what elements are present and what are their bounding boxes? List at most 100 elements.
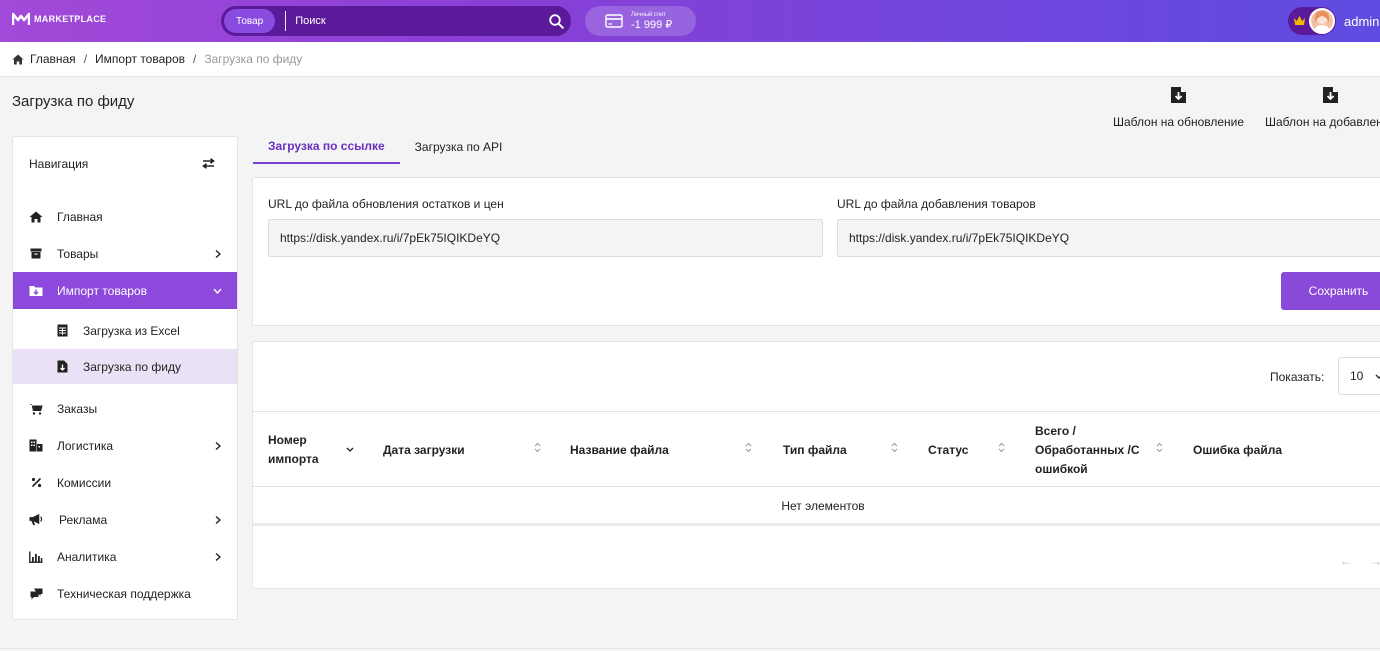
- sidebar-item-logistics[interactable]: Логистика: [13, 427, 237, 464]
- search-input[interactable]: [295, 15, 541, 27]
- file-download-icon: [1171, 87, 1187, 103]
- user-name: admin: [1344, 13, 1380, 29]
- sidebar-item-commissions[interactable]: Комиссии: [13, 464, 237, 501]
- chat-icon: [29, 587, 43, 601]
- crown-icon: [1294, 16, 1305, 25]
- sidebar-item-label: Главная: [57, 209, 103, 224]
- search-button[interactable]: [541, 6, 571, 36]
- imports-table-card: Показать: 10 Номер импорта Дата загрузки…: [252, 341, 1380, 589]
- sort-icon[interactable]: [745, 442, 752, 453]
- chevron-right-icon: [215, 552, 221, 561]
- update-url-input[interactable]: [268, 219, 823, 257]
- swap-icon[interactable]: [202, 158, 215, 169]
- add-url-input[interactable]: [837, 219, 1380, 257]
- percent-icon: [29, 476, 43, 490]
- tab-upload-by-link[interactable]: Загрузка по ссылке: [253, 130, 400, 164]
- sidebar-item-analytics[interactable]: Аналитика: [13, 538, 237, 575]
- sidebar-heading: Навигация: [29, 157, 89, 171]
- search-icon: [548, 13, 564, 29]
- sidebar-item-label: Товары: [57, 246, 99, 261]
- account-balance-button[interactable]: Личный счет -1 999 ₽: [585, 6, 696, 36]
- column-header-totals[interactable]: Всего / Обработанных /С ошибкой: [1035, 412, 1145, 488]
- column-header-file-error[interactable]: Ошибка файла: [1193, 412, 1282, 488]
- footer-divider: [0, 648, 1380, 649]
- account-balance: -1 999 ₽: [631, 18, 673, 31]
- page-size-select[interactable]: 10: [1338, 357, 1380, 395]
- breadcrumb-home[interactable]: Главная: [30, 52, 76, 66]
- breadcrumb-separator: /: [83, 52, 88, 66]
- template-add-label: Шаблон на добавление: [1265, 115, 1380, 129]
- file-download-icon: [55, 360, 69, 374]
- megaphone-icon: [29, 513, 43, 527]
- account-label: Личный счет: [631, 11, 667, 18]
- home-icon: [12, 54, 24, 64]
- avatar: [1309, 8, 1335, 34]
- box-icon: [29, 247, 43, 261]
- chevron-right-icon: [215, 249, 221, 258]
- sort-icon[interactable]: [534, 442, 541, 453]
- sort-desc-icon[interactable]: [346, 447, 354, 452]
- template-add-button[interactable]: Шаблон на добавление: [1265, 86, 1380, 129]
- column-header-file-type[interactable]: Тип файла: [783, 412, 847, 488]
- sidebar-item-label: Логистика: [57, 438, 114, 453]
- logo-icon: [12, 12, 30, 25]
- save-button[interactable]: Сохранить: [1281, 272, 1380, 310]
- page-title: Загрузка по фиду: [12, 93, 135, 110]
- logo[interactable]: MARKETPLACE: [12, 12, 106, 26]
- upload-tabs: Загрузка по ссылке Загрузка по API: [253, 130, 517, 164]
- template-update-button[interactable]: Шаблон на обновление: [1113, 86, 1244, 129]
- table-header: Номер импорта Дата загрузки Название фай…: [253, 411, 1380, 487]
- empty-table-message: Нет элементов: [253, 488, 1380, 526]
- search-category-button[interactable]: Товар: [224, 9, 276, 33]
- sidebar-item-import-feed[interactable]: Загрузка по фиду: [13, 349, 237, 384]
- sidebar-item-import[interactable]: Импорт товаров: [13, 272, 237, 309]
- page-size-label: Показать:: [1270, 370, 1325, 384]
- file-download-icon: [1323, 87, 1338, 103]
- breadcrumb-current: Загрузка по фиду: [204, 52, 303, 66]
- chevron-right-icon: [215, 441, 221, 450]
- tab-upload-by-api[interactable]: Загрузка по API: [400, 130, 518, 164]
- column-header-file-name[interactable]: Название файла: [570, 412, 669, 488]
- import-folder-icon: [29, 284, 43, 298]
- buildings-icon: [29, 439, 43, 453]
- column-header-import-number[interactable]: Номер импорта: [268, 412, 338, 488]
- home-icon: [29, 210, 43, 224]
- template-update-label: Шаблон на обновление: [1113, 115, 1245, 129]
- feed-url-form: URL до файла обновления остатков и цен U…: [252, 177, 1380, 326]
- chevron-right-icon: [215, 515, 221, 524]
- breadcrumb-import[interactable]: Импорт товаров: [95, 52, 185, 66]
- sidebar-item-home[interactable]: Главная: [13, 198, 237, 235]
- search-divider: [285, 11, 287, 31]
- prev-page-button[interactable]: ←: [1340, 554, 1352, 568]
- user-pill: [1288, 7, 1336, 35]
- top-bar: MARKETPLACE Товар Личный счет -1 999 ₽: [0, 0, 1380, 42]
- sidebar-item-products[interactable]: Товары: [13, 235, 237, 272]
- sidebar-item-label: Загрузка по фиду: [83, 359, 181, 374]
- sort-icon[interactable]: [1156, 442, 1163, 453]
- sort-icon[interactable]: [998, 442, 1005, 453]
- sidebar-item-label: Аналитика: [57, 549, 117, 564]
- page-size-value: 10: [1350, 369, 1364, 383]
- spreadsheet-icon: [55, 324, 69, 338]
- pagination: ← →: [1340, 554, 1380, 568]
- user-menu[interactable]: admin: [1288, 7, 1379, 35]
- sidebar-item-orders[interactable]: Заказы: [13, 390, 237, 427]
- sidebar-item-label: Загрузка из Excel: [83, 323, 180, 338]
- sort-icon[interactable]: [891, 442, 898, 453]
- logo-text: MARKETPLACE: [34, 14, 107, 24]
- search-bar: Товар: [221, 6, 571, 36]
- sidebar-item-import-excel[interactable]: Загрузка из Excel: [13, 313, 237, 348]
- column-header-upload-date[interactable]: Дата загрузки: [383, 412, 465, 488]
- credit-card-icon: [605, 14, 623, 28]
- update-url-label: URL до файла обновления остатков и цен: [268, 197, 504, 211]
- column-header-status[interactable]: Статус: [928, 412, 968, 488]
- sidebar-item-label: Реклама: [59, 512, 108, 527]
- sidebar-item-support[interactable]: Техническая поддержка: [13, 575, 237, 612]
- sidebar-item-ads[interactable]: Реклама: [13, 501, 237, 538]
- breadcrumb: Главная / Импорт товаров / Загрузка по ф…: [0, 42, 1380, 77]
- sidebar-item-label: Импорт товаров: [57, 283, 147, 298]
- next-page-button[interactable]: →: [1370, 554, 1380, 568]
- sidebar-navigation: Навигация Главная Товары Импорт товаров …: [12, 136, 238, 620]
- add-url-label: URL до файла добавления товаров: [837, 197, 1036, 211]
- bar-chart-icon: [29, 550, 43, 564]
